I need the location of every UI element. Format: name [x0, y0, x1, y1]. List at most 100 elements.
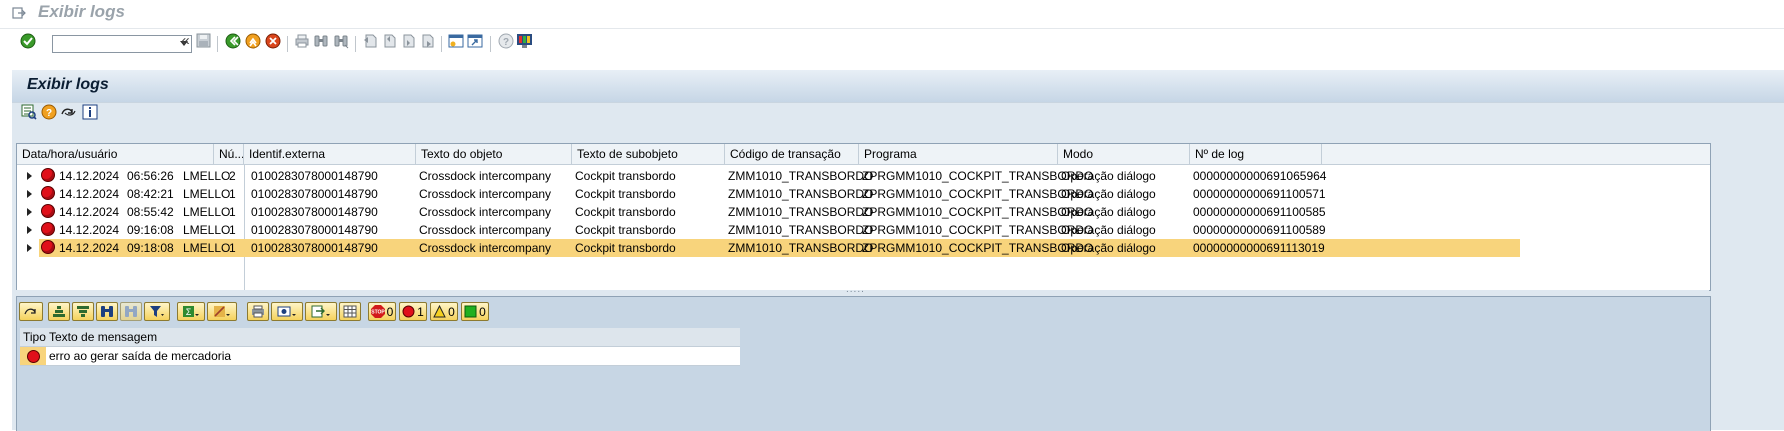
toolbar-separator	[490, 36, 491, 52]
column-header-subobject[interactable]: Texto de subobjeto	[572, 144, 725, 164]
log-external-id: 0100283078000148790	[251, 241, 378, 255]
find-next-icon[interactable]	[120, 302, 142, 321]
log-number: 00000000000691113019	[1193, 241, 1325, 255]
customize-layout-icon[interactable]	[516, 32, 533, 49]
log-list-grid: Data/hora/usuário Nú... Identif.externa …	[16, 143, 1711, 291]
info-icon[interactable]	[81, 103, 98, 120]
log-count: 1	[229, 205, 236, 219]
log-row[interactable]: 14.12.2024 08:55:42 LMELLO 1 01002830780…	[17, 203, 1710, 221]
message-text: erro ao gerar saída de mercadoria	[49, 349, 232, 363]
splitter-grip[interactable]: .....	[846, 284, 865, 295]
subtotal-icon[interactable]	[207, 302, 237, 321]
save-icon[interactable]	[195, 32, 212, 49]
double-chevron-left-icon[interactable]: «	[177, 32, 194, 49]
column-header-program[interactable]: Programa	[859, 144, 1058, 164]
view-icon[interactable]	[271, 302, 303, 321]
log-time: 09:16:08	[127, 223, 174, 237]
messages-panel: Σ STOP 0 1 0 0 Tipo Texto de mensagem er…	[16, 296, 1711, 431]
log-subobject: Cockpit transbordo	[575, 223, 676, 237]
log-subobject: Cockpit transbordo	[575, 169, 676, 183]
log-subobject: Cockpit transbordo	[575, 205, 676, 219]
column-header-type[interactable]: Tipo	[23, 328, 46, 346]
log-row[interactable]: 14.12.2024 09:16:08 LMELLO 1 01002830780…	[17, 221, 1710, 239]
log-object: Crossdock intercompany	[419, 241, 552, 255]
expand-arrow-icon[interactable]	[27, 226, 32, 234]
find-icon[interactable]	[96, 302, 118, 321]
log-external-id: 0100283078000148790	[251, 187, 378, 201]
expand-arrow-icon[interactable]	[27, 244, 32, 252]
stop-filter-button[interactable]: STOP 0	[368, 302, 396, 321]
log-time: 09:18:08	[127, 241, 174, 255]
log-row[interactable]: 14.12.2024 08:42:21 LMELLO 1 01002830780…	[17, 185, 1710, 203]
column-header-date[interactable]: Data/hora/usuário	[17, 144, 214, 164]
toolbar-separator	[217, 36, 218, 52]
log-external-id: 0100283078000148790	[251, 223, 378, 237]
column-header-log-number[interactable]: Nº de log	[1190, 144, 1322, 164]
success-count: 0	[479, 304, 486, 319]
log-tcode: ZMM1010_TRANSBORDO	[728, 241, 874, 255]
cancel-icon[interactable]	[264, 32, 281, 49]
expand-arrow-icon[interactable]	[27, 190, 32, 198]
export-icon[interactable]	[305, 302, 337, 321]
column-header-number[interactable]: Nú...	[214, 144, 244, 164]
find-icon[interactable]	[312, 32, 329, 49]
exit-session-icon[interactable]	[12, 6, 26, 20]
total-icon[interactable]: Σ	[177, 302, 205, 321]
window-title: Exibir logs	[38, 2, 125, 21]
log-row[interactable]: 14.12.2024 06:56:26 LMELLO 2 01002830780…	[17, 167, 1710, 185]
expand-arrow-icon[interactable]	[27, 172, 32, 180]
help-icon[interactable]: ?	[497, 32, 514, 49]
column-header-external-id[interactable]: Identif.externa	[244, 144, 416, 164]
enter-icon[interactable]	[19, 32, 36, 49]
error-filter-button[interactable]: 1	[399, 302, 427, 321]
print-icon[interactable]	[247, 302, 269, 321]
messages-header: Tipo Texto de mensagem	[20, 328, 740, 347]
print-icon[interactable]	[293, 32, 310, 49]
column-header-object[interactable]: Texto do objeto	[416, 144, 572, 164]
layout-grid-icon[interactable]	[339, 302, 361, 321]
log-tcode: ZMM1010_TRANSBORDO	[728, 205, 874, 219]
column-header-mode[interactable]: Modo	[1058, 144, 1190, 164]
title-bar: Exibir logs	[0, 0, 1784, 29]
back-icon[interactable]	[224, 32, 241, 49]
log-grid-header: Data/hora/usuário Nú... Identif.externa …	[17, 144, 1710, 165]
find-next-icon[interactable]	[332, 32, 349, 49]
command-input[interactable]	[53, 36, 177, 52]
help-icon[interactable]: ?	[40, 103, 57, 120]
log-time: 06:56:26	[127, 169, 174, 183]
log-mode: Operação diálogo	[1061, 205, 1156, 219]
previous-page-icon[interactable]	[380, 32, 397, 49]
create-session-icon[interactable]	[447, 32, 464, 49]
refresh-icon[interactable]	[19, 302, 43, 321]
expand-arrow-icon[interactable]	[27, 208, 32, 216]
error-status-icon	[41, 222, 55, 236]
exit-icon[interactable]	[244, 32, 261, 49]
error-status-icon	[41, 204, 55, 218]
command-field[interactable]	[52, 35, 192, 53]
sort-descending-icon[interactable]	[72, 302, 94, 321]
shortcut-icon[interactable]	[466, 32, 483, 49]
success-filter-button[interactable]: 0	[461, 302, 489, 321]
detail-icon[interactable]	[20, 103, 37, 120]
message-row[interactable]: erro ao gerar saída de mercadoria	[20, 347, 740, 366]
sort-ascending-icon[interactable]	[48, 302, 70, 321]
warning-filter-button[interactable]: 0	[430, 302, 458, 321]
log-external-id: 0100283078000148790	[251, 205, 378, 219]
stop-count: 0	[386, 304, 394, 319]
log-tcode: ZMM1010_TRANSBORDO	[728, 169, 874, 183]
log-user: LMELLO	[183, 205, 231, 219]
first-page-icon[interactable]	[361, 32, 378, 49]
svg-text:?: ?	[45, 108, 51, 119]
log-program: ZPRGMM1010_COCKPIT_TRANSBORDO	[862, 187, 1094, 201]
last-page-icon[interactable]	[418, 32, 435, 49]
refresh-icon[interactable]	[60, 103, 77, 120]
log-program: ZPRGMM1010_COCKPIT_TRANSBORDO	[862, 223, 1094, 237]
next-page-icon[interactable]	[399, 32, 416, 49]
log-date: 14.12.2024	[59, 241, 120, 255]
log-user: LMELLO	[183, 223, 231, 237]
log-user: LMELLO	[183, 187, 231, 201]
column-header-tcode[interactable]: Código de transação	[725, 144, 859, 164]
filter-icon[interactable]	[144, 302, 170, 321]
column-header-message-text[interactable]: Texto de mensagem	[49, 328, 157, 346]
log-row-selected[interactable]: 14.12.2024 09:18:08 LMELLO 1 01002830780…	[17, 239, 1710, 257]
